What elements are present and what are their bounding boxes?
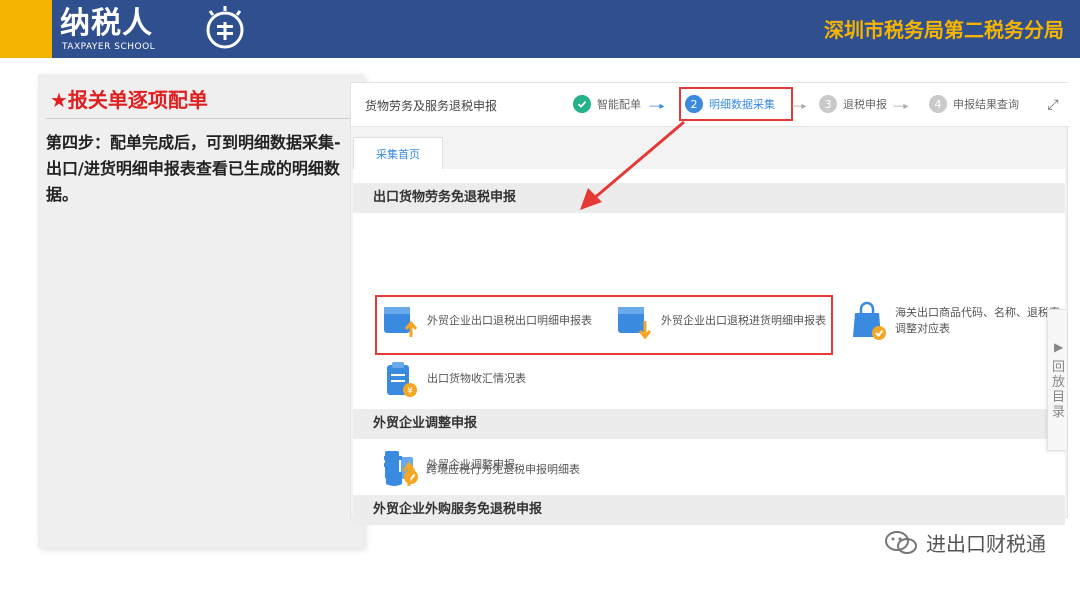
step-arrow-icon: ----▸ [791,101,806,112]
section-header: 外贸企业外购服务免退税申报 [353,495,1065,525]
menu-item-cross-border[interactable]: 跨境应税行为免退税申报明细表 [380,450,580,490]
step-smart-match[interactable]: 智能配单 [573,95,641,113]
step-label: 智能配单 [597,98,641,111]
step-tax-refund[interactable]: 3 退税申报 [819,95,887,113]
workflow-bar: 货物劳务及服务退税申报 智能配单 ----▸ 2 明细数据采集 ----▸ 3 … [351,83,1069,127]
step-number: 3 [819,95,837,113]
remittance-icon: ¥ [381,359,421,399]
tab-bar: 采集首页 [351,127,1069,169]
svg-text:¥: ¥ [407,387,413,397]
logo-mark-icon [206,6,244,49]
wechat-watermark: 进出口财税通 [884,528,1046,557]
cross-border-icon [380,450,420,490]
chevron-right-icon: ▶ [1054,340,1064,354]
menu-item-label: 海关出口商品代码、名称、退税率调整对应表 [895,306,1060,335]
replay-directory-label: 回放目录 [1052,360,1066,420]
menu-item-label: 出口货物收汇情况表 [427,372,526,385]
annotation-arrow-icon [580,120,685,210]
step-label: 退税申报 [843,98,887,111]
logo-text: 纳税人 [60,6,153,41]
menu-item-remittance[interactable]: ¥ 出口货物收汇情况表 [381,359,526,399]
wechat-account-name: 进出口财税通 [926,532,1046,556]
highlight-box [375,295,833,355]
instruction-text: 第四步：配单完成后，可到明细数据采集-出口/进货明细申报表查看已生成的明细数据。 [46,133,341,204]
fullscreen-icon[interactable]: ⤢ [1045,97,1061,113]
customs-code-icon [849,301,889,341]
divider [46,118,358,119]
replay-directory-tab[interactable]: ▶ 回放目录 [1047,309,1067,451]
check-icon [573,95,591,113]
menu-item-label: 跨境应税行为免退税申报明细表 [426,463,580,476]
step-label: 申报结果查询 [953,98,1019,111]
section-header: 外贸企业调整申报 [353,409,1065,439]
logo: 纳税人 TAXPAYER SCHOOL [60,4,244,56]
step-arrow-icon: ----▸ [893,101,908,112]
step-number: 4 [929,95,947,113]
wechat-icon [885,530,917,554]
highlight-box [679,87,793,121]
logo-subtitle: TAXPAYER SCHOOL [62,42,156,52]
instruction-panel: ★报关单逐项配单 第四步：配单完成后，可到明细数据采集-出口/进货明细申报表查看… [38,74,364,548]
header-bar: 纳税人 TAXPAYER SCHOOL 深圳市税务局第二税务分局 [0,0,1080,58]
instruction-title: ★报关单逐项配单 [50,88,208,112]
tab-collect-home[interactable]: 采集首页 [353,137,443,169]
menu-item-customs-code[interactable]: 海关出口商品代码、名称、退税率调整对应表 [849,301,1063,341]
bureau-name: 深圳市税务局第二税务分局 [824,18,1064,42]
page-breadcrumb: 货物劳务及服务退税申报 [365,99,498,113]
step-result-query[interactable]: 4 申报结果查询 [929,95,1019,113]
section-header: 出口货物劳务免退税申报 [353,183,1065,213]
header-accent-block [0,0,52,58]
step-arrow-icon: ----▸ [649,101,664,112]
